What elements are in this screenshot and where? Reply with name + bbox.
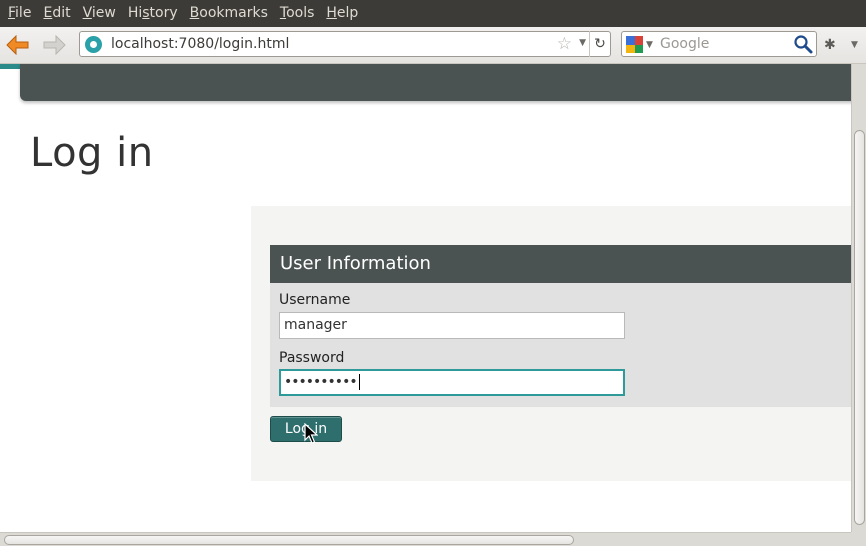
site-identity-icon[interactable]: [85, 36, 102, 53]
password-value: ••••••••••: [284, 374, 358, 390]
menu-tools[interactable]: Tools: [274, 0, 321, 27]
menu-edit-post: dit: [52, 5, 71, 21]
back-arrow-icon: [6, 35, 29, 55]
url-history-dropdown-icon[interactable]: ▼: [579, 38, 586, 48]
username-input[interactable]: manager: [279, 312, 625, 339]
menu-bookmarks-post: ookmarks: [199, 5, 268, 21]
menu-bookmarks[interactable]: Bookmarks: [184, 0, 274, 27]
search-icon[interactable]: [793, 34, 813, 54]
username-value: manager: [284, 317, 347, 333]
password-label: Password: [279, 350, 345, 366]
bookmark-star-icon[interactable]: ☆: [557, 33, 572, 55]
menu-history-pre: Hi: [127, 5, 143, 21]
scrollbar-corner: [851, 532, 866, 546]
url-text[interactable]: localhost:7080/login.html: [111, 35, 289, 53]
login-panel: User Information Username manager Passwo…: [251, 206, 851, 481]
horizontal-scrollbar-thumb[interactable]: [4, 535, 574, 545]
forward-arrow-icon: [43, 35, 66, 55]
menu-help[interactable]: Help: [320, 0, 364, 27]
forward-button[interactable]: [40, 33, 68, 57]
horizontal-scrollbar[interactable]: [0, 532, 851, 546]
password-input[interactable]: ••••••••••: [279, 369, 625, 396]
site-header: [20, 64, 851, 101]
extension-bug-icon[interactable]: ✱: [824, 37, 836, 53]
menu-view-mnemonic: V: [82, 5, 92, 21]
reload-icon: ↻: [594, 36, 606, 52]
text-caret: [358, 374, 360, 390]
menu-help-mnemonic: H: [326, 5, 337, 21]
page-title: Log in: [30, 130, 154, 176]
vertical-scrollbar-thumb[interactable]: [854, 130, 865, 525]
menu-bookmarks-mnemonic: B: [189, 5, 200, 21]
menu-edit[interactable]: Edit: [37, 0, 76, 27]
mouse-cursor-icon: [304, 423, 318, 444]
fieldset-legend: User Information: [270, 245, 851, 283]
menu-bar: File Edit View History Bookmarks Tools H…: [0, 0, 866, 27]
address-bar[interactable]: localhost:7080/login.html ☆ ▼ ↻: [79, 31, 611, 57]
menu-edit-mnemonic: E: [43, 5, 53, 21]
username-label: Username: [279, 292, 351, 308]
extension-dropdown-icon[interactable]: ▼: [851, 40, 858, 50]
menu-tools-post: ools: [286, 5, 315, 21]
menu-help-post: elp: [336, 5, 359, 21]
menu-view[interactable]: View: [77, 0, 122, 27]
menu-file-post: ile: [15, 5, 32, 21]
menu-file[interactable]: File: [2, 0, 37, 27]
page-viewport: Log in User Information Username manager…: [0, 64, 851, 532]
search-placeholder[interactable]: Google: [660, 35, 709, 53]
google-engine-icon[interactable]: [626, 36, 643, 53]
reload-button[interactable]: ↻: [589, 31, 610, 57]
user-information-fieldset: User Information Username manager Passwo…: [270, 245, 851, 407]
vertical-scrollbar[interactable]: [851, 64, 866, 532]
search-bar[interactable]: ▼ Google: [621, 31, 817, 57]
menu-file-mnemonic: F: [8, 5, 16, 21]
menu-history-post: tory: [149, 5, 178, 21]
back-button[interactable]: [4, 33, 32, 57]
navigation-toolbar: localhost:7080/login.html ☆ ▼ ↻ ▼ Google…: [0, 27, 866, 64]
menu-history-mnemonic: s: [142, 5, 150, 21]
menu-view-post: iew: [91, 5, 116, 21]
search-engine-dropdown-icon[interactable]: ▼: [646, 40, 653, 50]
menu-history[interactable]: History: [122, 0, 184, 27]
